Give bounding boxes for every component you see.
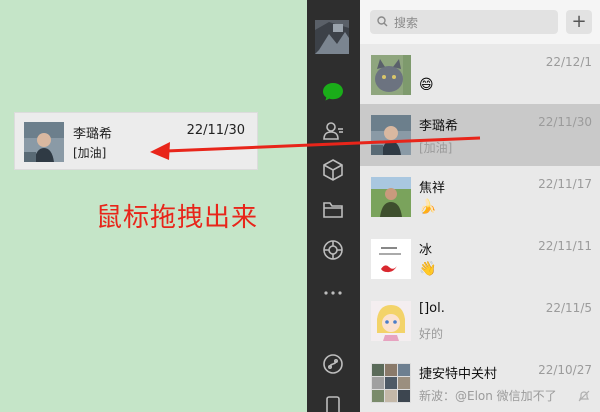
- chat-title: 冰: [419, 243, 433, 258]
- folder-icon[interactable]: [321, 198, 345, 222]
- chat-title: 捷安特中关村: [419, 367, 498, 382]
- chat-list-panel: 搜索 + 22/12/1 😄 李璐希 22/11/30 [加油] 焦祥 22/1…: [360, 0, 600, 412]
- avatar: [24, 122, 64, 162]
- avatar: [371, 177, 411, 217]
- chat-name: 李璐希: [73, 127, 113, 142]
- avatar: [371, 115, 411, 155]
- sidebar: [307, 0, 360, 412]
- add-button[interactable]: +: [566, 10, 592, 34]
- my-avatar[interactable]: [315, 20, 349, 54]
- caption-drag-out: 鼠标拖拽出来: [96, 203, 259, 233]
- plus-icon: +: [571, 11, 587, 32]
- avatar: [371, 55, 411, 95]
- chat-preview: 新波：@Elon 微信加不了: [419, 389, 557, 403]
- mini-program-icon[interactable]: [321, 352, 345, 376]
- box-icon[interactable]: [321, 158, 345, 182]
- chat-preview: 🍌: [419, 199, 437, 215]
- search-icon: [377, 16, 388, 27]
- chat-message: [加油]: [73, 146, 107, 160]
- chat-icon[interactable]: [321, 80, 345, 104]
- avatar: [371, 363, 411, 403]
- chat-title: 焦祥: [419, 181, 446, 196]
- moments-icon[interactable]: [321, 238, 345, 262]
- chat-row[interactable]: 捷安特中关村 22/10/27 新波：@Elon 微信加不了: [360, 352, 600, 412]
- chat-preview: 好的: [419, 327, 444, 341]
- chat-row[interactable]: 焦祥 22/11/17 🍌: [360, 166, 600, 228]
- more-icon[interactable]: [321, 281, 345, 305]
- chat-date: 22/11/11: [538, 239, 592, 253]
- chat-date: 22/11/30: [186, 123, 245, 138]
- chat-date: 22/12/1: [545, 55, 592, 69]
- search-input[interactable]: 搜索: [370, 10, 558, 34]
- avatar: [371, 239, 411, 279]
- chat-date: 22/11/17: [538, 177, 592, 191]
- chat-row[interactable]: 22/12/1 😄: [360, 44, 600, 106]
- chat-row[interactable]: 冰 22/11/11 👋: [360, 228, 600, 290]
- chat-row[interactable]: []ol. 22/11/5 好的: [360, 290, 600, 352]
- search-bar: 搜索 +: [360, 0, 600, 44]
- avatar: [371, 301, 411, 341]
- chat-row-selected[interactable]: 李璐希 22/11/30 [加油]: [360, 104, 600, 166]
- phone-icon[interactable]: [321, 394, 345, 412]
- chat-preview: 😄: [419, 77, 434, 93]
- chat-date: 22/10/27: [538, 363, 592, 377]
- mute-icon: [578, 390, 590, 402]
- chat-date: 22/11/30: [538, 115, 592, 129]
- chat-title: []ol.: [419, 301, 445, 316]
- chat-title: 李璐希: [419, 119, 459, 134]
- chat-date: 22/11/5: [545, 301, 592, 315]
- search-placeholder: 搜索: [394, 16, 419, 30]
- chat-preview: [加油]: [419, 141, 453, 155]
- chat-preview: 👋: [419, 261, 437, 277]
- dragged-chat-card[interactable]: 李璐希 22/11/30 [加油]: [14, 112, 258, 170]
- contacts-icon[interactable]: [321, 119, 345, 143]
